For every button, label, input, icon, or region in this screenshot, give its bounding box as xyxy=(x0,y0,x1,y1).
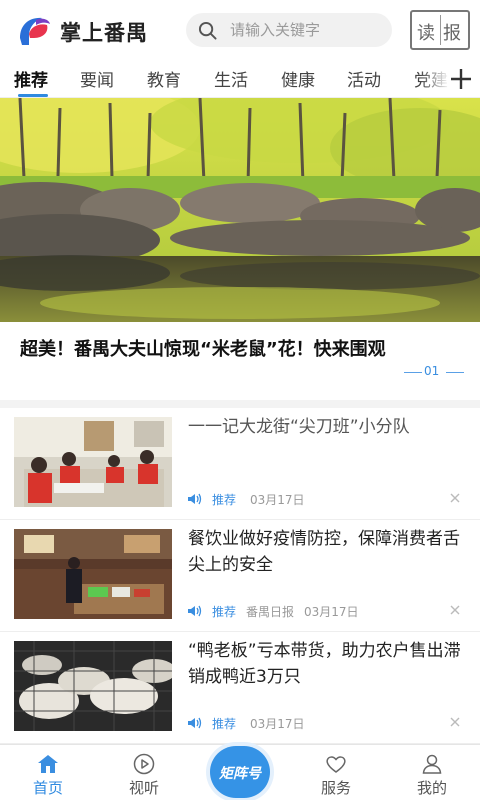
tab-life[interactable]: 生活 xyxy=(214,66,248,91)
news-item[interactable]: 餐饮业做好疫情防控，保障消费者舌尖上的安全 推荐 番禺日报 03月17日 xyxy=(0,520,480,632)
search-input[interactable] xyxy=(230,13,380,47)
tab-recommend[interactable]: 推荐 xyxy=(14,66,48,91)
close-icon[interactable] xyxy=(448,491,462,505)
news-thumbnail[interactable] xyxy=(14,641,172,731)
nav-label: 我的 xyxy=(416,779,447,797)
tab-health[interactable]: 健康 xyxy=(281,66,315,91)
news-meta: 推荐 03月17日 xyxy=(188,491,468,507)
heart-icon xyxy=(326,756,346,773)
app-header: 掌上番禺 读 报 xyxy=(0,0,480,60)
nav-label: 首页 xyxy=(32,779,63,797)
volunteers-photo xyxy=(14,417,172,507)
speaker-icon[interactable] xyxy=(188,605,202,617)
news-title[interactable]: “鸭老板”亏本带货，助力农户售出滞销成鸭近3万只 xyxy=(188,638,468,690)
ducks-photo xyxy=(14,641,172,731)
close-icon[interactable] xyxy=(448,603,462,617)
channel-tabs: 推荐 要闻 教育 生活 健康 活动 党建 xyxy=(0,60,480,98)
tab-headlines[interactable]: 要闻 xyxy=(80,66,114,91)
news-source: 番禺日报 xyxy=(246,605,295,619)
news-tag: 推荐 xyxy=(212,493,237,507)
nav-video[interactable]: 视听 xyxy=(104,745,184,800)
news-item[interactable]: “鸭老板”亏本带货，助力农户售出滞销成鸭近3万只 推荐 03月17日 xyxy=(0,632,480,744)
pager-number: 01 xyxy=(424,364,440,378)
news-date: 03月17日 xyxy=(250,717,305,731)
search-icon xyxy=(198,21,217,40)
nav-label: 服务 xyxy=(320,779,351,797)
speaker-icon[interactable] xyxy=(188,493,202,505)
news-thumbnail[interactable] xyxy=(14,417,172,507)
pager-line-right xyxy=(446,372,464,373)
read-divider xyxy=(440,15,441,45)
banner-pager: 01 xyxy=(404,364,464,380)
add-channel-icon[interactable] xyxy=(448,62,474,96)
tabs-fade xyxy=(420,60,450,97)
news-meta: 推荐 番禺日报 03月17日 xyxy=(188,603,468,619)
banner-caption[interactable]: 超美！番禺大夫山惊现“米老鼠”花！快来围观 01 xyxy=(0,322,480,402)
read-label-2: 报 xyxy=(443,23,461,44)
matrix-button[interactable]: 矩阵号 xyxy=(210,746,270,798)
user-icon xyxy=(422,754,442,774)
banner-image[interactable] xyxy=(0,98,480,322)
news-meta: 推荐 03月17日 xyxy=(188,715,468,731)
nav-me[interactable]: 我的 xyxy=(392,745,472,800)
forest-lake-photo xyxy=(0,98,480,322)
close-icon[interactable] xyxy=(448,715,462,729)
app-logo xyxy=(20,17,50,45)
news-tag: 推荐 xyxy=(212,717,237,731)
tab-education[interactable]: 教育 xyxy=(147,66,181,91)
news-date: 03月17日 xyxy=(304,605,359,619)
restaurant-photo xyxy=(14,529,172,619)
pager-line-left xyxy=(404,372,422,373)
news-title[interactable]: 餐饮业做好疫情防控，保障消费者舌尖上的安全 xyxy=(188,526,468,578)
search-bar[interactable] xyxy=(186,13,392,47)
news-date: 03月17日 xyxy=(250,493,305,507)
nav-home[interactable]: 首页 xyxy=(8,745,88,800)
read-newspaper-button[interactable]: 读 报 xyxy=(410,10,470,50)
home-icon xyxy=(38,755,58,773)
banner-title[interactable]: 超美！番禺大夫山惊现“米老鼠”花！快来围观 xyxy=(20,336,460,364)
read-label-1: 读 xyxy=(417,23,435,44)
app-title: 掌上番禺 xyxy=(60,21,148,45)
section-divider xyxy=(0,400,480,408)
news-item[interactable]: 一一记大龙街“尖刀班”小分队 推荐 03月17日 xyxy=(0,408,480,520)
news-tag: 推荐 xyxy=(212,605,237,619)
news-title[interactable]: 一一记大龙街“尖刀班”小分队 xyxy=(188,414,468,440)
news-thumbnail[interactable] xyxy=(14,529,172,619)
nav-service[interactable]: 服务 xyxy=(296,745,376,800)
play-icon xyxy=(133,753,155,775)
nav-label: 视听 xyxy=(128,779,159,797)
tab-activities[interactable]: 活动 xyxy=(347,66,381,91)
active-tab-indicator xyxy=(18,94,48,97)
speaker-icon[interactable] xyxy=(188,717,202,729)
matrix-button-label: 矩阵号 xyxy=(219,766,261,782)
